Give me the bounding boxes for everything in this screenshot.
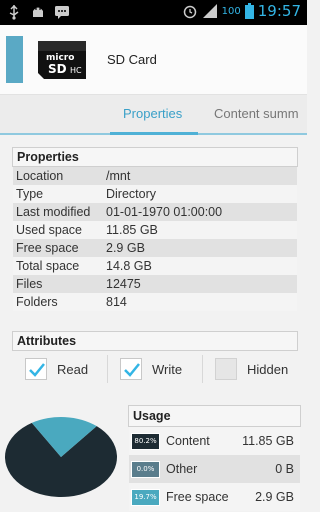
header: micro SD HC SD Card [0, 25, 307, 95]
table-row: Location/mnt [13, 167, 297, 185]
write-checkbox[interactable] [120, 358, 142, 380]
usage-value: 2.9 GB [255, 490, 294, 504]
row-value: 12475 [106, 277, 141, 291]
attr-label: Hidden [247, 361, 289, 377]
attr-write[interactable]: Write [107, 355, 202, 383]
android-debug-icon [30, 4, 46, 20]
table-row: Folders 814 [13, 293, 297, 311]
usage-pie-chart [4, 417, 117, 497]
message-icon [54, 4, 70, 20]
attr-label: Write [152, 361, 183, 377]
usage-name: Content [166, 434, 210, 448]
accent-bar [6, 36, 23, 83]
row-key: Used space [16, 223, 83, 237]
tab-content-summary[interactable]: Content summ [214, 106, 299, 121]
table-row: Type Directory [13, 185, 297, 203]
table-row: Total space 14.8 GB [13, 257, 297, 275]
signal-icon [202, 3, 218, 19]
usage-row-other: 0.0% Other 0 B [129, 455, 300, 483]
usage-value: 0 B [275, 462, 294, 476]
properties-heading: Properties [12, 147, 298, 167]
table-row: Last modified 01-01-1970 01:00:00 [13, 203, 297, 221]
row-key: Total space [16, 259, 80, 273]
check-icon [124, 363, 140, 377]
percent-chip: 0.0% [131, 460, 160, 478]
attributes-heading: Attributes [12, 331, 298, 351]
hidden-checkbox[interactable] [215, 358, 237, 380]
row-value: 11.85 GB [106, 223, 158, 237]
usage-list: 80.2% Content 11.85 GB 0.0% Other 0 B 19… [129, 427, 300, 511]
row-value: /mnt [106, 169, 131, 183]
attr-hidden[interactable]: Hidden [202, 355, 297, 383]
sd-card-icon: micro SD HC [34, 39, 90, 81]
svg-text:HC: HC [70, 66, 82, 75]
row-value: 01-01-1970 01:00:00 [106, 205, 223, 219]
row-value: 14.8 GB [106, 259, 152, 273]
row-value: 814 [106, 295, 127, 309]
properties-table: Location/mnt Type Directory Last modified… [13, 167, 297, 311]
table-row: Free space 2.9 GB [13, 239, 297, 257]
svg-text:SD: SD [48, 62, 67, 76]
battery-percent: 100 [221, 5, 241, 17]
table-row: Files 12475 [13, 275, 297, 293]
read-checkbox[interactable] [25, 358, 47, 380]
row-key: Type [16, 187, 44, 201]
attr-label: Read [57, 361, 89, 377]
usage-row-content: 80.2% Content 11.85 GB [129, 427, 300, 455]
tab-properties[interactable]: Properties [123, 106, 182, 121]
row-key: Folders [16, 295, 58, 309]
clock: 19:57 [257, 2, 301, 20]
usage-name: Other [166, 462, 198, 476]
battery-icon [244, 3, 254, 19]
page-title: SD Card [107, 52, 157, 67]
check-icon [29, 363, 45, 377]
row-key: Last modified [16, 205, 91, 219]
percent-chip: 19.7% [131, 488, 160, 506]
attributes-row: Read Write Hidden [13, 351, 297, 387]
row-key: Free space [16, 241, 79, 255]
usb-icon [6, 4, 22, 20]
row-value: Directory [106, 187, 157, 201]
percent-chip: 80.2% [131, 432, 160, 450]
tab-bar: Properties Content summ [0, 95, 307, 135]
row-key: Location [16, 169, 64, 183]
row-key: Files [16, 277, 43, 291]
usage-value: 11.85 GB [242, 434, 294, 448]
usage-row-free: 19.7% Free space 2.9 GB [129, 483, 300, 511]
tab-active-indicator [110, 132, 198, 135]
usage-name: Free space [166, 490, 229, 504]
row-value: 2.9 GB [106, 241, 145, 255]
usage-heading: Usage [128, 405, 301, 427]
attr-read[interactable]: Read [13, 355, 107, 383]
status-bar: 100 19:57 [0, 0, 307, 25]
alarm-icon [182, 3, 198, 19]
table-row: Used space 11.85 GB [13, 221, 297, 239]
